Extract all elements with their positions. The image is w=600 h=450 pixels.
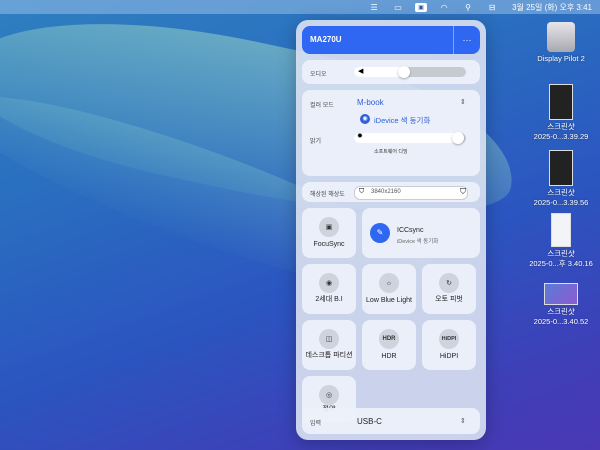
focusync-tile[interactable]: ▣ FocuSync — [302, 208, 356, 258]
chevron-updown-icon: ⇕ — [460, 99, 466, 106]
resolution-select[interactable]: ⛉ 3840x2160 — [354, 186, 468, 200]
hidpi-icon: HiDPI — [439, 329, 459, 349]
iccsync-icon: ✎ — [370, 223, 390, 243]
iccsync-subtitle: iDevice 색 동기화 — [397, 239, 439, 245]
lightbulb-icon: ☼ — [379, 273, 399, 293]
low-blue-light-tile[interactable]: ☼ Low Blue Light — [362, 264, 416, 314]
color-card: 컬러 모드 M-book ⇕ ◉ iDevice 색 동기화 밝기 ✹ 소프트웨… — [302, 90, 480, 176]
display-pilot-panel: MA270U ··· 오디오 ◀ 컬러 모드 M-book ⇕ ◉ iDevic… — [296, 20, 486, 440]
screenshot-thumbnail-icon — [549, 84, 573, 120]
more-button[interactable]: ··· — [453, 26, 480, 54]
display-icon[interactable]: ▭ — [391, 2, 405, 12]
search-icon[interactable]: ⚲ — [461, 2, 475, 12]
audio-label: 오디오 — [310, 72, 327, 78]
disk-icon — [547, 22, 575, 52]
control-center-icon[interactable]: ⊟ — [485, 2, 499, 12]
idevice-sync-link[interactable]: iDevice 색 동기화 — [374, 115, 430, 126]
notification-icon[interactable]: ☰ — [367, 2, 381, 12]
audio-slider-knob[interactable] — [398, 66, 410, 78]
brightness-slider-fill — [354, 133, 464, 143]
desktop-item-screenshot-1[interactable]: 스크린샷 2025-0...3.39.29 — [522, 84, 600, 142]
focusync-icon: ▣ — [319, 217, 339, 237]
desktop-item-screenshot-3[interactable]: 스크린샷 2025-0...후 3.40.16 — [522, 213, 600, 269]
resolution-card: 해상된 해상도 ⛉ 3840x2160 ⛉ — [302, 182, 480, 202]
partition-icon: ◫ — [319, 329, 339, 349]
resolution-label: 해상된 해상도 — [310, 192, 345, 198]
desktop-item-display-pilot[interactable]: Display Pilot 2 — [522, 22, 600, 64]
eye-icon: ◎ — [319, 385, 339, 405]
sync-icon: ◉ — [360, 114, 370, 124]
input-card: 입력 USB-C ⇕ — [302, 408, 480, 434]
chevron-updown-icon: ⇕ — [460, 418, 466, 425]
speaker-icon: ◀ — [358, 68, 364, 75]
desktop-item-screenshot-2[interactable]: 스크린샷 2025-0...3.39.56 — [522, 150, 600, 208]
monitor-name: MA270U — [310, 35, 342, 44]
panel-header: MA270U ··· — [302, 26, 480, 54]
rotate-icon: ↻ — [439, 273, 459, 293]
app-icon[interactable]: ▣ — [415, 2, 428, 12]
iccsync-title: ICCsync — [397, 227, 424, 234]
input-select[interactable]: USB-C — [357, 417, 382, 426]
shield-icon: ⛉ — [359, 188, 365, 195]
iccsync-tile[interactable]: ✎ ICCsync iDevice 색 동기화 — [362, 208, 480, 258]
wifi-icon[interactable]: ◠ — [437, 2, 451, 12]
screenshot-thumbnail-icon — [544, 283, 578, 305]
bi-tile[interactable]: ◉ 2세대 B.I — [302, 264, 356, 314]
bi-icon: ◉ — [319, 273, 339, 293]
sun-icon: ✹ — [357, 133, 363, 140]
brightness-label: 밝기 — [310, 139, 322, 145]
desktop-item-screenshot-4[interactable]: 스크린샷 2025-0...3.40.52 — [522, 283, 600, 327]
color-mode-select[interactable]: M-book — [357, 98, 384, 107]
desktop-partition-tile[interactable]: ◫ 데스크톱 파티션 — [302, 320, 356, 370]
audio-slider[interactable]: ◀ — [354, 66, 466, 78]
hdr-tile[interactable]: HDR HDR — [362, 320, 416, 370]
brightness-slider[interactable]: ✹ — [354, 132, 466, 144]
auto-pivot-tile[interactable]: ↻ 오토 피벗 — [422, 264, 476, 314]
hidpi-tile[interactable]: HiDPI HiDPI — [422, 320, 476, 370]
resolution-value: 3840x2160 — [371, 189, 401, 195]
color-mode-label: 컬러 모드 — [310, 103, 334, 109]
menu-bar: ☰ ▭ ▣ ◠ ⚲ ⊟ 3월 25일 (화) 오후 3:41 — [0, 0, 600, 14]
resolution-toggle-icon[interactable]: ⛉ — [460, 187, 466, 197]
input-label: 입력 — [310, 421, 322, 427]
software-dimming-label[interactable]: 소프트웨어 디밍 — [374, 148, 408, 155]
brightness-slider-knob[interactable] — [452, 132, 464, 144]
hdr-icon: HDR — [379, 329, 399, 349]
screenshot-thumbnail-icon — [551, 213, 571, 247]
screenshot-thumbnail-icon — [549, 150, 573, 186]
audio-card: 오디오 ◀ — [302, 60, 480, 84]
menu-clock[interactable]: 3월 25일 (화) 오후 3:41 — [512, 2, 592, 13]
